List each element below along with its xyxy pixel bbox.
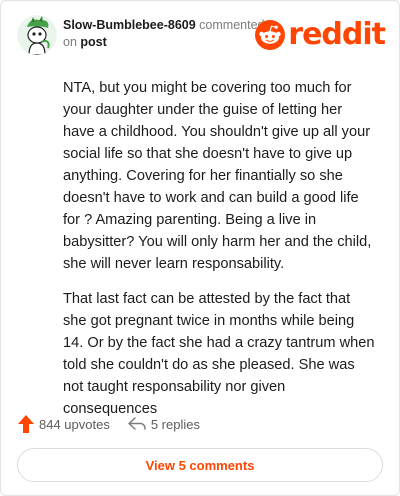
reddit-logo: reddit: [255, 17, 386, 52]
view-comments-button[interactable]: View 5 comments: [17, 448, 383, 482]
on-label: on: [63, 35, 77, 49]
replies-count: 5 replies: [150, 416, 200, 432]
reddit-snoo-icon: [255, 20, 286, 50]
reddit-wordmark: reddit: [288, 17, 386, 52]
reply-arrow-icon: [128, 417, 146, 430]
comment-card: Slow-Bumblebee-8609 commented on post re…: [0, 0, 400, 496]
upvote-arrow-icon: [18, 415, 34, 433]
username-link[interactable]: Slow-Bumblebee-8609: [63, 18, 196, 32]
comment-paragraph: That last fact can be attested by the fa…: [63, 291, 375, 417]
upvote-count: 844 upvotes: [39, 416, 110, 432]
comment-meta: Slow-Bumblebee-8609 commented on post: [63, 17, 283, 51]
user-avatar-icon[interactable]: [17, 15, 57, 55]
comment-actions: 844 upvotes 5 replies: [18, 414, 200, 434]
comment-paragraph: NTA, but you might be covering too much …: [63, 80, 372, 272]
post-link[interactable]: post: [80, 35, 106, 49]
upvote-button[interactable]: 844 upvotes: [18, 415, 110, 433]
comment-header: Slow-Bumblebee-8609 commented on post re…: [17, 15, 386, 55]
replies-button[interactable]: 5 replies: [128, 417, 200, 432]
comment-body: NTA, but you might be covering too much …: [63, 77, 377, 433]
